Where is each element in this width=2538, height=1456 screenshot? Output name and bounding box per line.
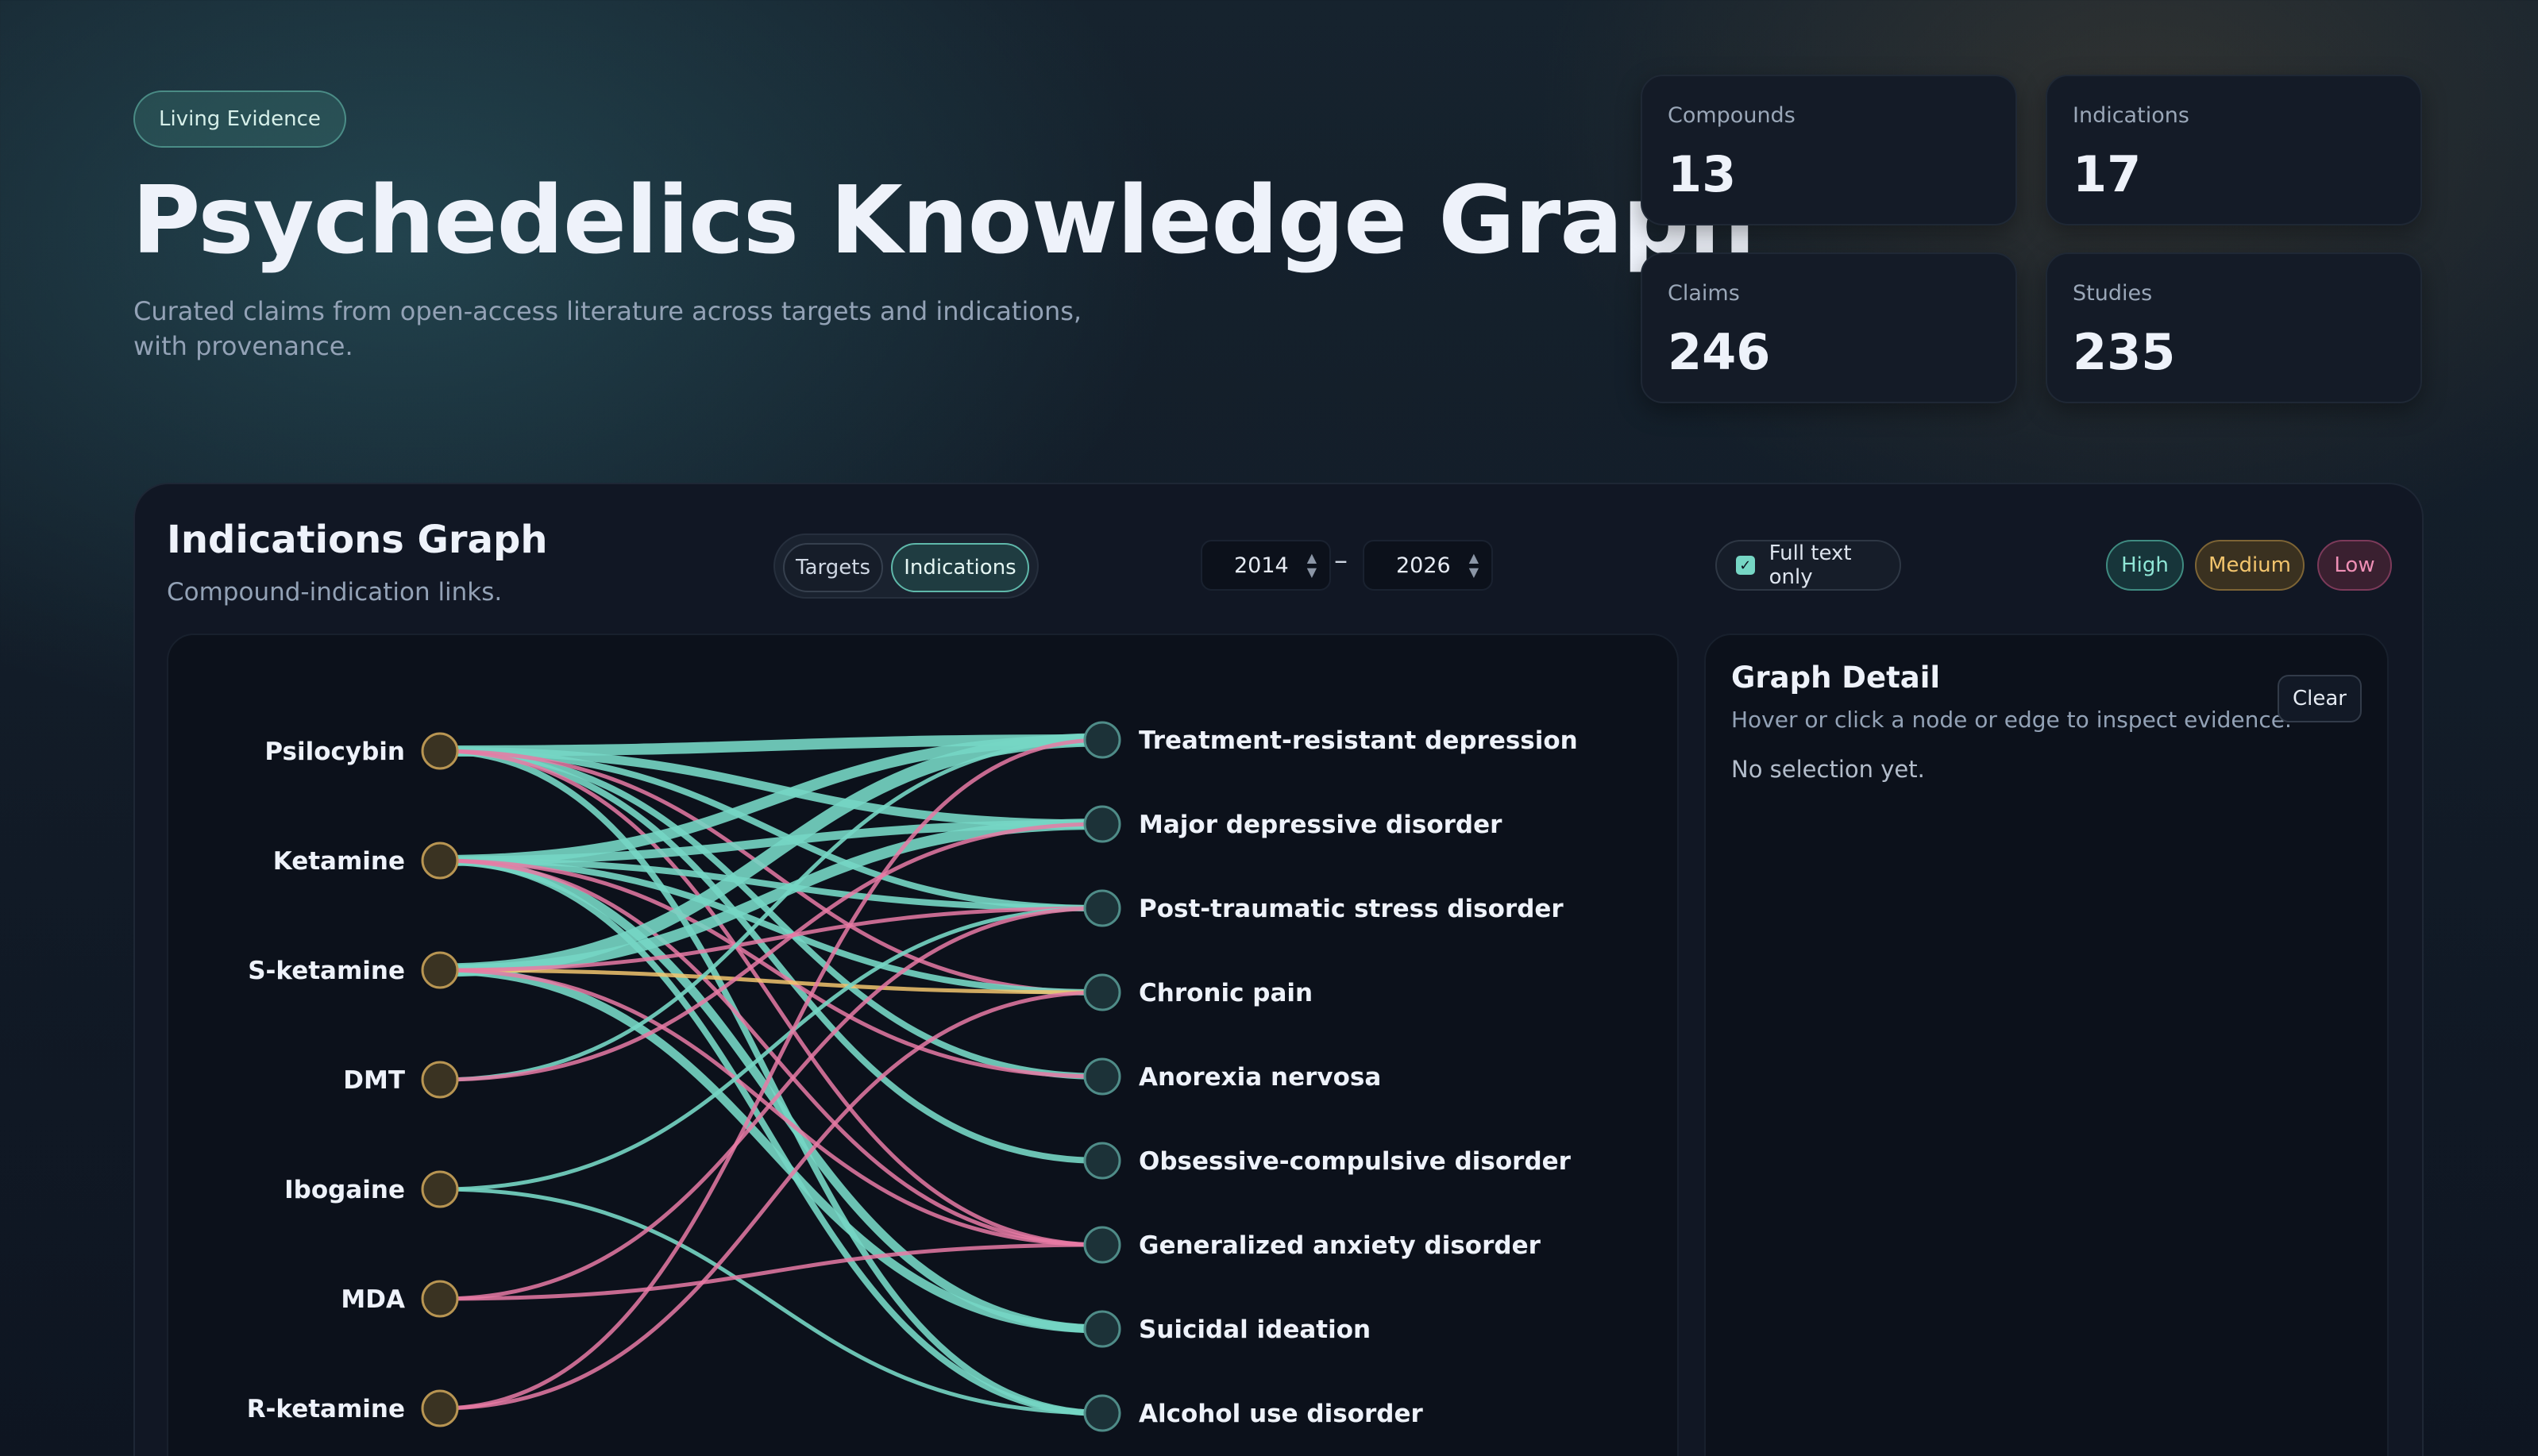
- stat-value: 13: [1668, 145, 1737, 203]
- stat-value: 246: [1668, 323, 1771, 381]
- indication-node[interactable]: [1083, 1142, 1121, 1180]
- year-from-value: 2014: [1234, 553, 1289, 578]
- indication-node[interactable]: [1083, 973, 1121, 1011]
- clear-button[interactable]: Clear: [2278, 675, 2362, 722]
- graph-edge[interactable]: [439, 1242, 1103, 1301]
- year-to-value: 2026: [1396, 553, 1451, 578]
- graph-edge[interactable]: [439, 856, 1103, 1334]
- stat-value: 235: [2073, 323, 2176, 381]
- full-text-label: Full text only: [1768, 541, 1852, 589]
- year-range-separator: –: [1334, 545, 1348, 576]
- stat-card-indications: Indications 17: [2046, 75, 2422, 225]
- compound-node[interactable]: [421, 1389, 459, 1427]
- compound-label: Ibogaine: [284, 1176, 405, 1204]
- compound-node[interactable]: [421, 1280, 459, 1318]
- stat-card-compounds: Compounds 13: [1641, 75, 2017, 225]
- confidence-filter-low[interactable]: Low: [2317, 540, 2392, 591]
- indication-label: Treatment-resistant depression: [1139, 726, 1578, 755]
- compound-label: DMT: [343, 1066, 405, 1095]
- stepper-icon[interactable]: ▲ ▼: [1307, 551, 1317, 580]
- compound-label: MDA: [341, 1285, 405, 1314]
- stat-card-studies: Studies 235: [2046, 252, 2422, 403]
- indication-node[interactable]: [1083, 721, 1121, 759]
- indication-node[interactable]: [1083, 1394, 1121, 1432]
- detail-empty-state: No selection yet.: [1731, 756, 1925, 783]
- indication-label: Generalized anxiety disorder: [1139, 1231, 1541, 1260]
- page-title: Psychedelics Knowledge Graph: [132, 165, 1755, 275]
- compound-node[interactable]: [421, 1170, 459, 1208]
- year-to-input[interactable]: 2026 ▲ ▼: [1363, 540, 1493, 591]
- indication-label: Obsessive-compulsive disorder: [1139, 1147, 1572, 1176]
- panel-title: Indications Graph: [167, 518, 548, 562]
- indication-node[interactable]: [1083, 889, 1121, 927]
- living-evidence-badge: Living Evidence: [133, 91, 346, 148]
- compound-node[interactable]: [421, 1061, 459, 1099]
- indication-node[interactable]: [1083, 1226, 1121, 1264]
- stepper-icon[interactable]: ▲ ▼: [1469, 551, 1479, 580]
- indication-label: Major depressive disorder: [1139, 811, 1502, 839]
- indication-label: Chronic pain: [1139, 979, 1313, 1007]
- stat-label: Claims: [1668, 281, 1740, 306]
- stat-value: 17: [2073, 145, 2142, 203]
- compound-node[interactable]: [421, 732, 459, 770]
- graph-edge[interactable]: [439, 1187, 1103, 1416]
- detail-title: Graph Detail: [1731, 661, 1941, 695]
- indication-label: Anorexia nervosa: [1139, 1063, 1381, 1092]
- graph-edge[interactable]: [439, 968, 1103, 1247]
- compound-node[interactable]: [421, 842, 459, 880]
- indication-node[interactable]: [1083, 1310, 1121, 1348]
- compound-node[interactable]: [421, 951, 459, 989]
- view-toggle: Targets Indications: [773, 533, 1039, 599]
- stat-label: Compounds: [1668, 103, 1796, 128]
- graph-edge[interactable]: [439, 857, 1103, 1416]
- compound-label: R-ketamine: [247, 1395, 405, 1423]
- indication-node[interactable]: [1083, 805, 1121, 843]
- checkbox-checked-icon[interactable]: ✓: [1736, 556, 1755, 575]
- indication-node[interactable]: [1083, 1057, 1121, 1096]
- stat-label: Studies: [2073, 281, 2153, 306]
- compound-label: Psilocybin: [264, 738, 405, 766]
- indication-label: Suicidal ideation: [1139, 1315, 1371, 1344]
- indication-label: Alcohol use disorder: [1139, 1400, 1423, 1428]
- full-text-only-toggle[interactable]: ✓ Full text only: [1715, 540, 1901, 591]
- page-subtitle: Curated claims from open-access literatu…: [133, 296, 1082, 361]
- graph-canvas: Psilocybin Ketamine S-ketamine DMT Ibogaine M…: [167, 634, 1679, 1456]
- compound-label: Ketamine: [273, 847, 405, 876]
- compound-label: S-ketamine: [248, 957, 405, 985]
- panel-subtitle: Compound-indication links.: [167, 578, 503, 607]
- stat-label: Indications: [2073, 103, 2189, 128]
- indication-label: Post-traumatic stress disorder: [1139, 895, 1564, 923]
- tab-indications[interactable]: Indications: [891, 543, 1029, 592]
- graph-detail-panel: Graph Detail Hover or click a node or ed…: [1704, 634, 2389, 1456]
- tab-targets[interactable]: Targets: [783, 543, 883, 592]
- confidence-filter-high[interactable]: High: [2106, 540, 2184, 591]
- confidence-filter-medium[interactable]: Medium: [2195, 540, 2305, 591]
- detail-hint: Hover or click a node or edge to inspect…: [1731, 707, 2292, 733]
- stat-card-claims: Claims 246: [1641, 252, 2017, 403]
- year-from-input[interactable]: 2014 ▲ ▼: [1201, 540, 1331, 591]
- indications-graph[interactable]: Psilocybin Ketamine S-ketamine DMT Ibogaine M…: [168, 635, 1679, 1456]
